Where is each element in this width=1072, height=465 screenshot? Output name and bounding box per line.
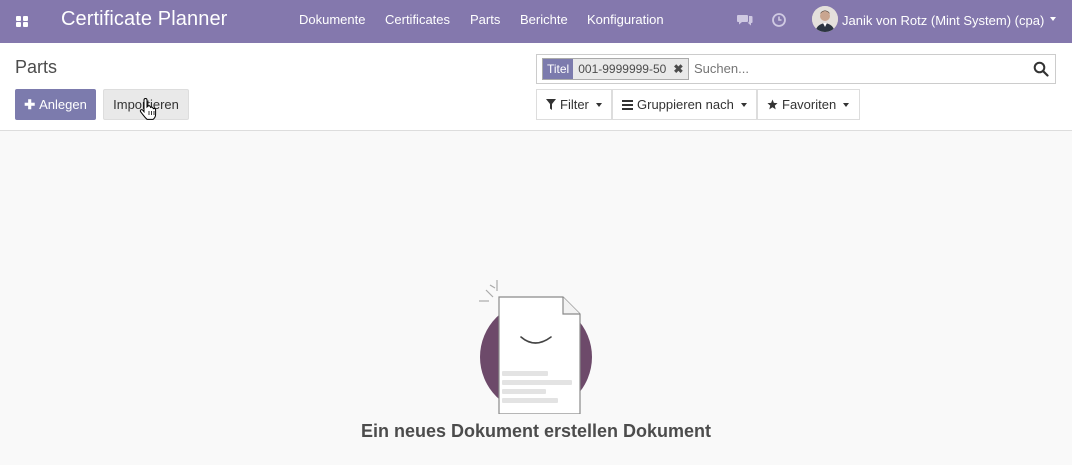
star-icon bbox=[767, 99, 778, 110]
favorites-dropdown[interactable]: Favoriten bbox=[757, 89, 860, 120]
caret-down-icon bbox=[740, 102, 747, 107]
control-panel: Parts ✚ Anlegen Importieren Titel 001-99… bbox=[0, 43, 1072, 131]
facet-remove-icon[interactable]: ✖ bbox=[670, 59, 688, 79]
create-button-label: Anlegen bbox=[39, 97, 87, 112]
filter-label: Filter bbox=[560, 97, 589, 112]
apps-grid-icon[interactable] bbox=[14, 13, 30, 29]
avatar bbox=[812, 6, 838, 32]
caret-down-icon bbox=[595, 102, 602, 107]
facet-label: Titel bbox=[543, 59, 574, 79]
favorites-label: Favoriten bbox=[782, 97, 837, 112]
list-icon bbox=[622, 99, 633, 110]
caret-down-icon bbox=[843, 102, 850, 107]
chat-icon[interactable] bbox=[737, 12, 753, 28]
empty-state: Ein neues Dokument erstellen Dokument bbox=[0, 131, 1072, 465]
clock-icon[interactable] bbox=[771, 12, 787, 28]
filter-icon bbox=[546, 99, 556, 110]
hand-pointer-cursor-icon bbox=[139, 98, 157, 120]
empty-state-help-text: Ein neues Dokument erstellen Dokument bbox=[360, 421, 712, 441]
create-button[interactable]: ✚ Anlegen bbox=[15, 89, 96, 120]
chevron-down-icon bbox=[1050, 17, 1056, 21]
group-by-dropdown[interactable]: Gruppieren nach bbox=[612, 89, 757, 120]
empty-document-illustration bbox=[479, 280, 592, 414]
menu-dokumente[interactable]: Dokumente bbox=[299, 12, 365, 27]
plus-icon: ✚ bbox=[24, 96, 36, 112]
menu-konfiguration[interactable]: Konfiguration bbox=[587, 12, 664, 27]
breadcrumb[interactable]: Parts bbox=[15, 57, 57, 78]
filter-dropdown[interactable]: Filter bbox=[536, 89, 612, 120]
group-by-label: Gruppieren nach bbox=[637, 97, 734, 112]
search-icon[interactable] bbox=[1033, 61, 1049, 77]
user-name: Janik von Rotz (Mint System) (cpa) bbox=[842, 13, 1045, 28]
menu-berichte[interactable]: Berichte bbox=[520, 12, 568, 27]
app-title[interactable]: Certificate Planner bbox=[61, 8, 227, 31]
facet-value: 001-9999999-50 bbox=[578, 62, 667, 76]
search-bar[interactable]: Titel 001-9999999-50 ✖ bbox=[536, 54, 1056, 84]
search-input[interactable] bbox=[694, 61, 1014, 76]
menu-certificates[interactable]: Certificates bbox=[385, 12, 450, 27]
top-navbar: Certificate Planner Dokumente Certificat… bbox=[0, 0, 1072, 43]
menu-parts[interactable]: Parts bbox=[470, 12, 500, 27]
search-facet: Titel 001-9999999-50 ✖ bbox=[542, 58, 690, 80]
